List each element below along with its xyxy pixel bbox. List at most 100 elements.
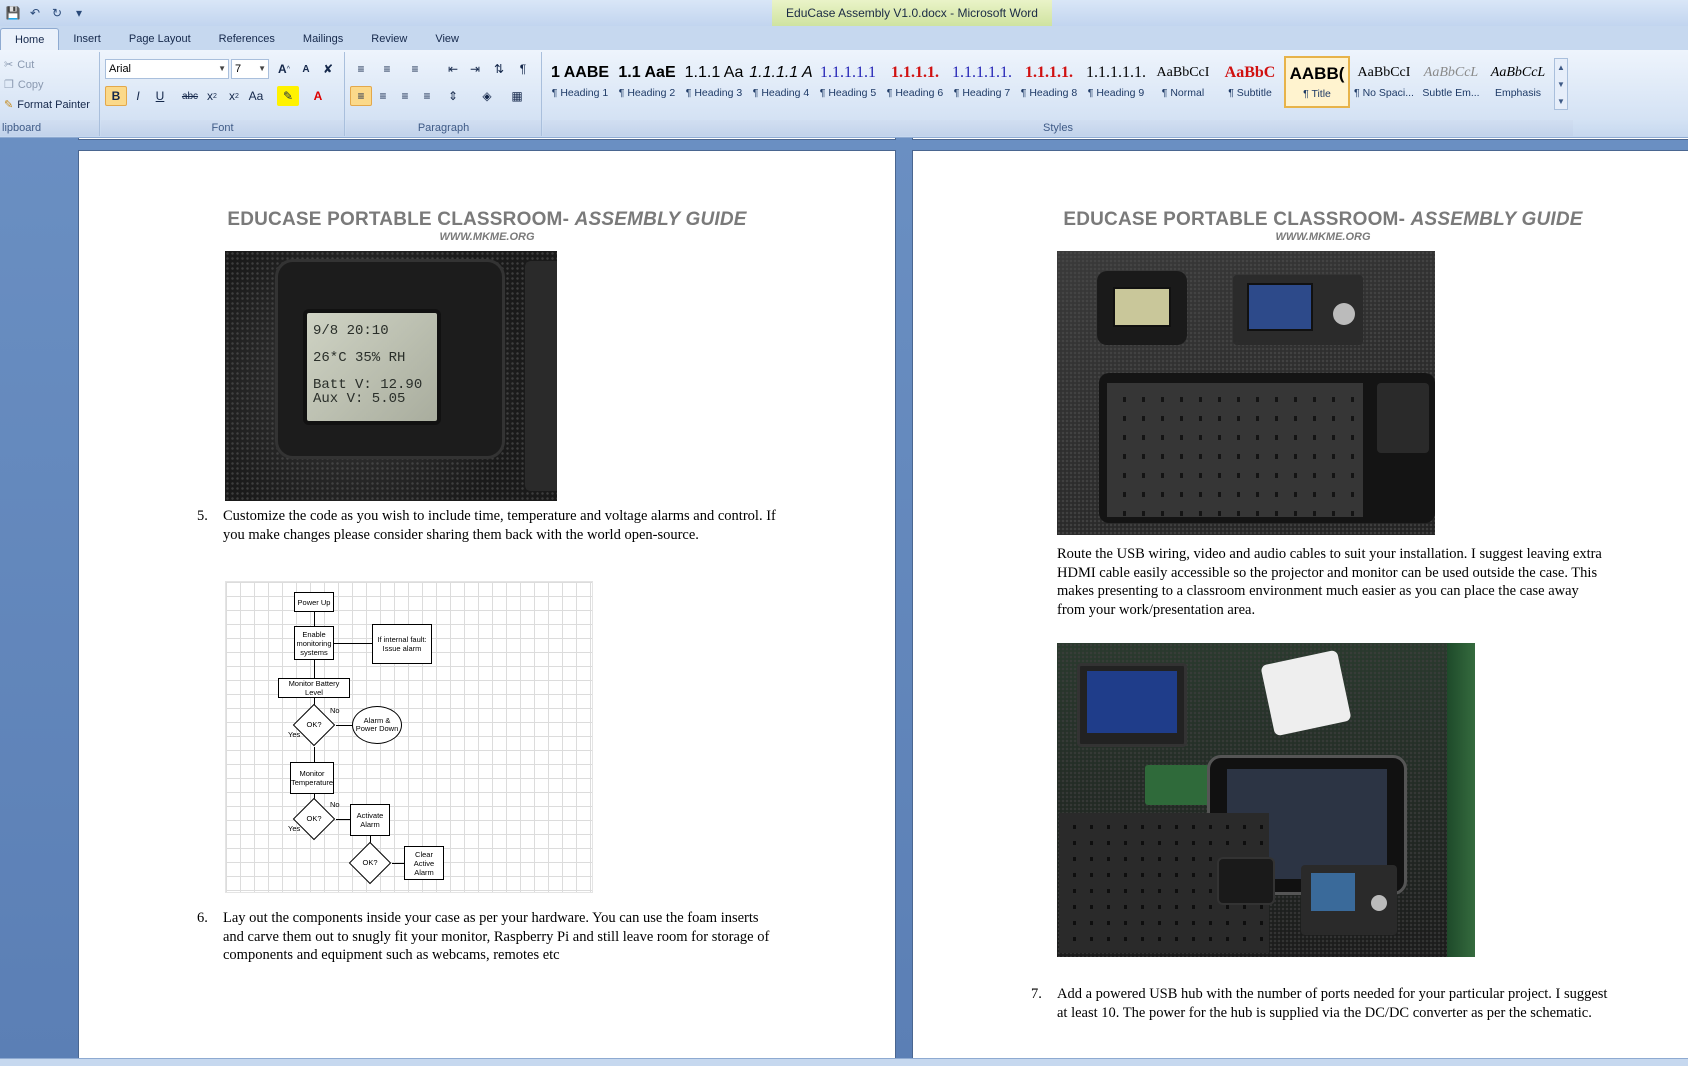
document-area[interactable]: EDUCASE PORTABLE CLASSROOM- ASSEMBLY GUI… xyxy=(0,138,1688,1058)
flow-activate-alarm: Activate Alarm xyxy=(350,804,390,836)
style-heading-3[interactable]: 1.1.1 Aa ¶ Heading 3 xyxy=(681,56,747,108)
style-name: ¶ Heading 9 xyxy=(1087,87,1145,99)
font-name-value: Arial xyxy=(109,63,132,75)
tab-page-layout[interactable]: Page Layout xyxy=(115,28,205,50)
chevron-down-icon[interactable]: ▼ xyxy=(1555,76,1567,93)
status-bar xyxy=(0,1058,1688,1066)
numbering-icon[interactable]: ≡ xyxy=(376,59,398,79)
font-color-icon[interactable]: A xyxy=(307,86,329,106)
align-right-icon[interactable]: ≡ xyxy=(394,86,416,106)
paragraph-group: ≡ ≡ ≡ ⇤ ⇥ ⇅ ¶ ≡ ≡ ≡ ≡ ⇕ ◈ ▦ Paragraph xyxy=(346,52,542,136)
style-name: ¶ Subtitle xyxy=(1228,87,1272,99)
more-icon[interactable]: ▼ xyxy=(1555,93,1567,110)
style-sample: 1.1 AaE xyxy=(618,64,676,81)
header-title-italic: ASSEMBLY GUIDE xyxy=(1410,209,1583,230)
italic-button[interactable]: I xyxy=(127,86,149,106)
copy-icon: ❐ xyxy=(4,79,14,91)
style-name: Subtle Em... xyxy=(1422,87,1480,99)
sort-icon[interactable]: ⇅ xyxy=(488,59,510,79)
flow-power-up: Power Up xyxy=(294,592,334,612)
list-number: 5. xyxy=(197,508,208,524)
highlight-icon[interactable]: ✎ xyxy=(277,86,299,106)
shrink-font-button[interactable]: A xyxy=(295,59,317,79)
style-heading-2[interactable]: 1.1 AaE ¶ Heading 2 xyxy=(614,56,680,108)
align-center-icon[interactable]: ≡ xyxy=(372,86,394,106)
superscript-button[interactable]: x2 xyxy=(223,86,245,106)
copy-label: Copy xyxy=(17,78,44,91)
list-number: 7. xyxy=(1031,986,1042,1002)
style-subtle-emphasis[interactable]: AaBbCcL Subtle Em... xyxy=(1418,56,1484,108)
subscript-button[interactable]: x2 xyxy=(201,86,223,106)
tab-view[interactable]: View xyxy=(421,28,473,50)
chevron-up-icon[interactable]: ▲ xyxy=(1555,59,1567,76)
strikethrough-button[interactable]: abc xyxy=(179,86,201,106)
shading-icon[interactable]: ◈ xyxy=(476,86,498,106)
style-title[interactable]: AABB( ¶ Title xyxy=(1284,56,1350,108)
header-title-text: EDUCASE PORTABLE CLASSROOM- xyxy=(1063,209,1411,230)
redo-icon[interactable]: ↻ xyxy=(48,4,66,22)
style-sample: 1.1.1.1. xyxy=(891,64,939,81)
page-left[interactable]: EDUCASE PORTABLE CLASSROOM- ASSEMBLY GUI… xyxy=(78,150,896,1058)
font-size-field[interactable]: 7 ▼ xyxy=(231,59,269,79)
style-name: ¶ Heading 2 xyxy=(618,87,676,99)
style-heading-6[interactable]: 1.1.1.1. ¶ Heading 6 xyxy=(882,56,948,108)
decrease-indent-icon[interactable]: ⇤ xyxy=(442,59,464,79)
font-group: Arial ▼ 7 ▼ A ^ A ✘ B I U abc x2 x2 Aa ✎ A … xyxy=(101,52,345,136)
flow-connector xyxy=(336,819,350,820)
style-no-spacing[interactable]: AaBbCcI ¶ No Spaci... xyxy=(1351,56,1417,108)
cut-button[interactable]: ✂ Cut xyxy=(4,58,35,72)
multilevel-list-icon[interactable]: ≡ xyxy=(404,59,426,79)
step-7: 7. Add a powered USB hub with the number… xyxy=(1031,985,1617,1022)
underline-button[interactable]: U xyxy=(149,86,171,106)
flow-yes-2: Yes xyxy=(288,824,301,833)
style-subtitle[interactable]: AaBbC ¶ Subtitle xyxy=(1217,56,1283,108)
flow-monitor-battery: Monitor Battery Level xyxy=(278,678,350,698)
tab-home[interactable]: Home xyxy=(0,28,60,50)
increase-indent-icon[interactable]: ⇥ xyxy=(464,59,486,79)
line-spacing-icon[interactable]: ⇕ xyxy=(442,86,464,106)
style-heading-4[interactable]: 1.1.1.1 A ¶ Heading 4 xyxy=(748,56,814,108)
style-name: ¶ Heading 8 xyxy=(1020,87,1078,99)
tab-review[interactable]: Review xyxy=(357,28,421,50)
lcd-line: 9/8 20:10 xyxy=(313,323,389,339)
undo-icon[interactable]: ↶ xyxy=(26,4,44,22)
copy-button[interactable]: ❐ Copy xyxy=(4,78,44,92)
customize-qat-icon[interactable]: ▾ xyxy=(70,4,88,22)
style-name: ¶ Heading 5 xyxy=(819,87,877,99)
header-title: EDUCASE PORTABLE CLASSROOM- ASSEMBLY GUI… xyxy=(79,209,895,231)
tab-references[interactable]: References xyxy=(205,28,289,50)
bullets-icon[interactable]: ≡ xyxy=(350,59,372,79)
clear-formatting-icon[interactable]: ✘ xyxy=(317,59,339,79)
bold-button[interactable]: B xyxy=(105,86,127,106)
format-painter-button[interactable]: ✎ Format Painter xyxy=(4,98,90,112)
style-emphasis[interactable]: AaBbCcL Emphasis xyxy=(1485,56,1551,108)
style-sample: AaBbCcL xyxy=(1423,65,1479,80)
case-setup-photo xyxy=(1057,643,1475,957)
borders-icon[interactable]: ▦ xyxy=(506,86,528,106)
flow-monitor-temperature: Monitor Temperature xyxy=(290,762,334,794)
styles-gallery-scroll[interactable]: ▲ ▼ ▼ xyxy=(1554,58,1568,110)
style-normal[interactable]: AaBbCcI ¶ Normal xyxy=(1150,56,1216,108)
tab-mailings[interactable]: Mailings xyxy=(289,28,357,50)
flow-ok-3: OK? xyxy=(362,858,378,867)
style-heading-8[interactable]: 1.1.1.1. ¶ Heading 8 xyxy=(1016,56,1082,108)
step-text: Add a powered USB hub with the number of… xyxy=(1057,986,1608,1021)
style-heading-9[interactable]: 1.1.1.1.1. ¶ Heading 9 xyxy=(1083,56,1149,108)
style-heading-1[interactable]: 1 AABE ¶ Heading 1 xyxy=(547,56,613,108)
style-heading-5[interactable]: 1.1.1.1.1 ¶ Heading 5 xyxy=(815,56,881,108)
style-heading-7[interactable]: 1.1.1.1.1. ¶ Heading 7 xyxy=(949,56,1015,108)
change-case-button[interactable]: Aa xyxy=(245,86,267,106)
save-icon[interactable]: 💾 xyxy=(4,4,22,22)
chevron-down-icon: ▼ xyxy=(218,64,226,73)
cut-label: Cut xyxy=(17,58,35,71)
font-name-field[interactable]: Arial ▼ xyxy=(105,59,229,79)
step-text: Lay out the components inside your case … xyxy=(223,910,770,963)
align-left-icon[interactable]: ≡ xyxy=(350,86,372,106)
justify-icon[interactable]: ≡ xyxy=(416,86,438,106)
clipboard-group: ✂ Cut ❐ Copy ✎ Format Painter lipboard xyxy=(0,52,100,136)
grow-font-button[interactable]: A ^ xyxy=(273,59,295,79)
page-right[interactable]: EDUCASE PORTABLE CLASSROOM- ASSEMBLY GUI… xyxy=(912,150,1688,1058)
tab-insert[interactable]: Insert xyxy=(59,28,115,50)
flow-no-1: No xyxy=(330,706,340,715)
pilcrow-icon[interactable]: ¶ xyxy=(512,59,534,79)
